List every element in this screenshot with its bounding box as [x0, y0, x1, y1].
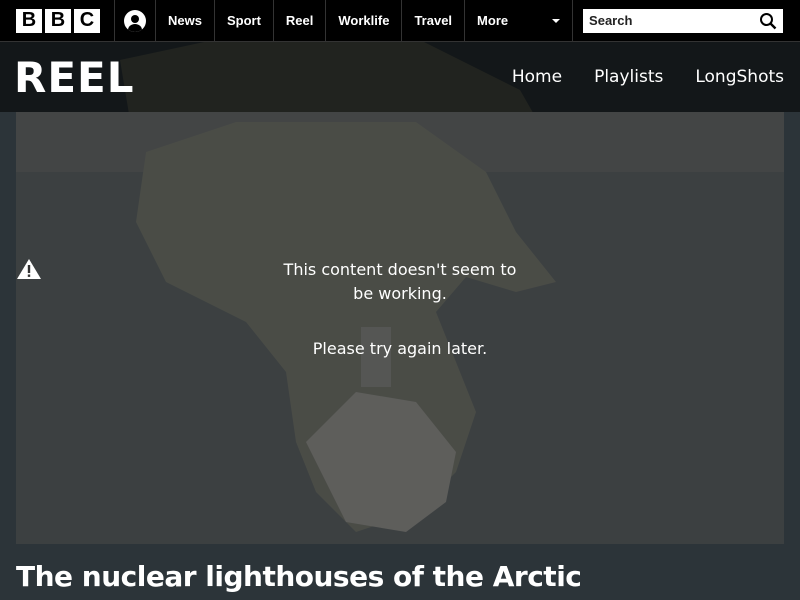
account-button[interactable]: [114, 0, 156, 41]
reel-nav-playlists[interactable]: Playlists: [594, 67, 663, 87]
main-nav: News Sport Reel Worklife Travel More: [156, 0, 574, 41]
search-icon[interactable]: [759, 12, 777, 30]
bbc-logo[interactable]: B B C: [0, 0, 114, 41]
nav-item-reel[interactable]: Reel: [274, 0, 327, 41]
chevron-down-icon: [552, 18, 561, 23]
search-input[interactable]: [589, 13, 750, 28]
bbc-logo-letter: C: [74, 8, 100, 33]
reel-nav-longshots[interactable]: LongShots: [695, 67, 784, 87]
warning-icon: [17, 259, 41, 279]
account-icon: [124, 9, 146, 32]
reel-nav: Home Playlists LongShots: [512, 67, 784, 87]
search-box: [583, 8, 784, 33]
nav-item-sport[interactable]: Sport: [215, 0, 274, 41]
nav-item-travel[interactable]: Travel: [402, 0, 466, 41]
player-error-box: This content doesn't seem to be working.…: [16, 258, 784, 361]
nav-more-button[interactable]: More: [465, 0, 574, 41]
bbc-logo-letter: B: [45, 8, 71, 33]
bbc-logo-letter: B: [16, 8, 42, 33]
nav-more-label: More: [477, 13, 509, 28]
error-message: This content doesn't seem to be working.: [283, 260, 517, 303]
nav-item-news[interactable]: News: [156, 0, 215, 41]
retry-message: Please try again later.: [312, 339, 488, 358]
reel-logo[interactable]: REEL: [14, 53, 134, 102]
bbc-top-bar: B B C News Sport Reel Worklife Travel Mo…: [0, 0, 800, 42]
video-title: The nuclear lighthouses of the Arctic: [16, 560, 582, 593]
reel-header: REEL Home Playlists LongShots: [0, 42, 800, 112]
reel-nav-home[interactable]: Home: [512, 67, 562, 87]
video-player[interactable]: This content doesn't seem to be working.…: [16, 112, 784, 544]
nav-item-worklife[interactable]: Worklife: [326, 0, 403, 41]
search-area: [573, 0, 784, 41]
